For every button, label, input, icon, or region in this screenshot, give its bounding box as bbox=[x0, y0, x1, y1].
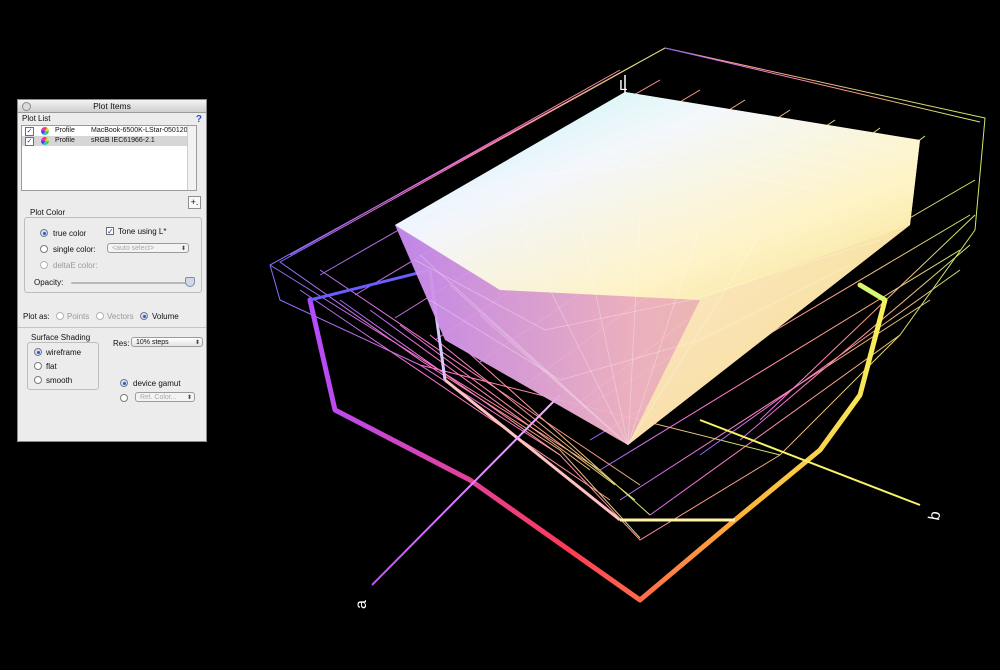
b-axis-label: b bbox=[926, 510, 944, 522]
vectors-label: Vectors bbox=[107, 312, 134, 321]
auto-select-value: <auto select> bbox=[112, 245, 155, 252]
palette-title: Plot Items bbox=[93, 101, 131, 111]
plot-color-group: true color ✓ Tone using L* single color:… bbox=[24, 217, 202, 293]
row-checkbox[interactable]: ✓ bbox=[25, 137, 34, 146]
vectors-radio[interactable] bbox=[96, 312, 104, 320]
a-axis-line bbox=[371, 394, 561, 586]
plot-color-label: Plot Color bbox=[30, 208, 66, 217]
b-axis-line bbox=[699, 419, 921, 506]
volume-label: Volume bbox=[152, 312, 179, 321]
popup-arrows-icon: ⬍ bbox=[194, 340, 200, 346]
opacity-label: Opacity: bbox=[34, 278, 64, 287]
res-label: Res: bbox=[113, 339, 130, 348]
res-popup[interactable]: 10% steps ⬍ bbox=[131, 337, 203, 347]
plot-list-label: Plot List bbox=[22, 114, 51, 123]
volume-radio[interactable] bbox=[140, 312, 148, 320]
help-icon[interactable]: ? bbox=[196, 114, 202, 125]
add-plot-item-button[interactable]: +. bbox=[188, 196, 201, 209]
true-color-label: true color bbox=[53, 229, 87, 238]
row-name: sRGB IEC61966-2.1 bbox=[91, 137, 155, 144]
tone-using-l-checkbox[interactable]: ✓ bbox=[106, 227, 114, 236]
rel-color-popup[interactable]: Rel. Color... ⬍ bbox=[135, 392, 195, 402]
tone-using-l-label: Tone using L* bbox=[118, 227, 167, 236]
points-radio[interactable] bbox=[56, 312, 64, 320]
true-color-radio[interactable] bbox=[40, 229, 48, 237]
surface-shading-group: wireframe flat smooth bbox=[27, 342, 99, 390]
rel-color-radio[interactable] bbox=[120, 394, 128, 402]
row-name: MacBook-6500K-LStar-05012010 bbox=[91, 127, 196, 134]
device-gamut-radio[interactable] bbox=[120, 379, 128, 387]
rel-color-value: Rel. Color... bbox=[140, 394, 177, 401]
auto-select-popup[interactable]: <auto select> ⬍ bbox=[107, 243, 189, 253]
l-axis-label: L bbox=[619, 77, 627, 94]
plot-list-scrollbar[interactable] bbox=[187, 126, 196, 190]
wireframe-radio[interactable] bbox=[34, 348, 42, 356]
surface-shading-label: Surface Shading bbox=[31, 333, 91, 342]
section-divider bbox=[18, 327, 206, 328]
device-gamut-label: device gamut bbox=[133, 379, 181, 388]
res-value: 10% steps bbox=[136, 339, 169, 346]
deltae-color-label: deltaE color: bbox=[53, 261, 98, 270]
plot-list-row[interactable]: ✓ Profile sRGB IEC61966-2.1 bbox=[22, 136, 196, 146]
a-axis-label: a bbox=[353, 600, 370, 609]
single-color-label: single color: bbox=[53, 245, 96, 254]
row-checkbox[interactable]: ✓ bbox=[25, 127, 34, 136]
plot-list[interactable]: ✓ Profile MacBook-6500K-LStar-05012010 ✓… bbox=[21, 125, 197, 191]
opacity-slider-track[interactable] bbox=[71, 282, 195, 284]
flat-radio[interactable] bbox=[34, 362, 42, 370]
smooth-radio[interactable] bbox=[34, 376, 42, 384]
plot-list-row[interactable]: ✓ Profile MacBook-6500K-LStar-05012010 bbox=[22, 126, 196, 136]
colorsync-profile-icon bbox=[41, 137, 49, 145]
smooth-label: smooth bbox=[46, 376, 73, 385]
popup-arrows-icon: ⬍ bbox=[186, 395, 192, 401]
plot-items-palette: Plot Items Plot List ? ✓ Profile MacBook… bbox=[17, 99, 207, 442]
colorsync-profile-icon bbox=[41, 127, 49, 135]
popup-arrows-icon: ⬍ bbox=[180, 246, 186, 252]
plot-as-label: Plot as: bbox=[23, 312, 50, 321]
close-icon[interactable] bbox=[22, 102, 31, 111]
single-color-radio[interactable] bbox=[40, 245, 48, 253]
opacity-slider-thumb[interactable] bbox=[185, 277, 195, 287]
points-label: Points bbox=[67, 312, 90, 321]
row-type: Profile bbox=[55, 127, 75, 134]
palette-titlebar[interactable]: Plot Items bbox=[18, 100, 206, 113]
flat-label: flat bbox=[46, 362, 57, 371]
row-type: Profile bbox=[55, 137, 75, 144]
wireframe-label: wireframe bbox=[46, 348, 82, 357]
deltae-color-radio[interactable] bbox=[40, 261, 48, 269]
